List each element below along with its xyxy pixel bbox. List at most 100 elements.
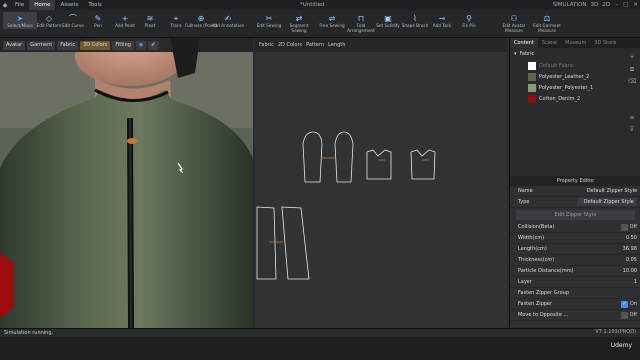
thickness-field[interactable]: 0.05 bbox=[626, 257, 637, 263]
tool-segment-sewing[interactable]: ⇄ Segment Sewing bbox=[282, 12, 316, 33]
tab-3d-colors[interactable]: 3D Colors bbox=[80, 40, 111, 50]
property-name-value[interactable]: Default Zipper Style bbox=[587, 188, 637, 194]
pattern-piece-sleeve-1[interactable] bbox=[302, 131, 323, 183]
fabric-item-default[interactable]: Default Fabric bbox=[510, 60, 640, 71]
workspace-switcher: SIMULATION 3D 2D bbox=[553, 2, 610, 8]
tool-edit-sewing[interactable]: ✂ Edit Sewing bbox=[252, 12, 286, 29]
simulation-icon[interactable]: ◉ bbox=[135, 40, 147, 50]
width-row: Width(cm) 0.50 bbox=[510, 233, 640, 244]
pattern-piece-pant-1[interactable] bbox=[256, 206, 277, 280]
fabric-item-denim[interactable]: Cotton_Denim_2 bbox=[510, 93, 640, 104]
layer-row: Layer 1 bbox=[510, 277, 640, 288]
fasten-zipper-checkbox[interactable]: ✓ bbox=[620, 300, 628, 308]
arrow-select-icon: ➤ bbox=[16, 14, 24, 23]
brush-tool-icon[interactable]: ✐ bbox=[148, 40, 159, 50]
minimize-icon[interactable]: – bbox=[615, 2, 618, 8]
edit-pattern-icon: ◇ bbox=[45, 14, 53, 23]
pattern-canvas[interactable] bbox=[255, 52, 507, 328]
add-icon[interactable]: + bbox=[628, 54, 636, 62]
menu-file[interactable]: File bbox=[10, 0, 29, 10]
3d-viewport[interactable]: Avatar Garment Fabric 3D Colors Fitting … bbox=[0, 38, 253, 328]
tab-3d-store[interactable]: 3D Store bbox=[590, 38, 620, 48]
tab-museum[interactable]: Museum bbox=[561, 38, 590, 48]
filter-icon[interactable]: ⊽ bbox=[628, 126, 636, 134]
pattern-piece-back[interactable] bbox=[410, 149, 436, 180]
close-icon[interactable]: ✕ bbox=[633, 2, 638, 8]
3d-scene bbox=[0, 38, 253, 328]
type-dropdown[interactable]: Default Zipper Style bbox=[577, 198, 637, 206]
trace-icon: ⌖ bbox=[173, 14, 179, 23]
chevron-down-icon: ▾ bbox=[514, 51, 517, 57]
move-opposite-toggle[interactable] bbox=[620, 311, 628, 319]
pattern-piece-sleeve-2[interactable] bbox=[334, 131, 354, 183]
property-name-row: Name Default Zipper Style bbox=[510, 186, 640, 197]
delete-icon[interactable]: ⌫ bbox=[628, 78, 636, 86]
tool-edit-avatar-measure[interactable]: ⚇ Edit Avatar Measure bbox=[497, 12, 531, 33]
collision-row: Collision(Beta) Off bbox=[510, 222, 640, 233]
fabric-swatch bbox=[528, 94, 536, 103]
fasten-group-header[interactable]: Fasten Zipper Group bbox=[510, 288, 640, 299]
tool-add-annotation[interactable]: ✍ Add Annotation bbox=[211, 12, 245, 29]
garment-measure-icon: ⚖ bbox=[543, 14, 551, 23]
particle-distance-field[interactable]: 10.00 bbox=[623, 268, 637, 274]
version-label: V7.1.103(PROD) bbox=[595, 329, 636, 335]
annotation-icon: ✍ bbox=[224, 14, 232, 23]
width-field[interactable]: 0.50 bbox=[626, 235, 637, 241]
sort-icon[interactable]: ≡ bbox=[628, 114, 636, 122]
pattern-piece-front[interactable] bbox=[366, 149, 392, 180]
jacket-body bbox=[0, 90, 253, 328]
workspace-3d[interactable]: 3D bbox=[591, 2, 599, 8]
maximize-icon[interactable]: □ bbox=[623, 2, 628, 8]
pleat-icon: ≋ bbox=[146, 14, 154, 23]
zipper-pull[interactable] bbox=[127, 138, 137, 144]
tab-scene[interactable]: Scene bbox=[538, 38, 561, 48]
3d-view-toolbar: Avatar Garment Fabric 3D Colors Fitting … bbox=[0, 38, 253, 52]
udemy-watermark: Udemy bbox=[610, 342, 632, 349]
solidify-icon: ▣ bbox=[384, 14, 392, 23]
length-field[interactable]: 36.98 bbox=[623, 246, 637, 252]
tab-fabric-2d[interactable]: Fabric bbox=[259, 42, 274, 48]
window-controls: – □ ✕ bbox=[615, 2, 638, 8]
collision-toggle[interactable] bbox=[620, 223, 628, 231]
fabric-section-header[interactable]: ▾ Fabric bbox=[510, 48, 640, 60]
tab-pattern[interactable]: Pattern bbox=[306, 42, 324, 48]
avatar-sleeve-red bbox=[0, 253, 14, 318]
fasten-zipper-row: Fasten Zipper ✓ On bbox=[510, 299, 640, 310]
property-type-row: Type Default Zipper Style bbox=[510, 197, 640, 208]
tab-fitting[interactable]: Fitting bbox=[112, 40, 134, 50]
tab-garment[interactable]: Garment bbox=[27, 40, 56, 50]
menu-assets[interactable]: Assets bbox=[55, 0, 83, 10]
segment-sewing-icon: ⇄ bbox=[295, 14, 303, 23]
menu-tools[interactable]: Tools bbox=[83, 0, 107, 10]
tab-2d-colors[interactable]: 2D Colors bbox=[278, 42, 302, 48]
property-editor-title: Property Editor bbox=[510, 176, 640, 186]
tool-fix-pin[interactable]: ⚲ Fix Pin bbox=[452, 12, 486, 29]
status-bar: Simulation running. V7.1.103(PROD) bbox=[0, 328, 640, 337]
fabric-item-polyester[interactable]: Polyester_Polyester_1 bbox=[510, 82, 640, 93]
window-title: *Untitled bbox=[300, 2, 325, 8]
copy-icon[interactable]: ⧉ bbox=[628, 66, 636, 74]
edit-sewing-icon: ✂ bbox=[265, 14, 273, 23]
layer-field[interactable]: 1 bbox=[634, 279, 637, 285]
tool-edit-garment-measure[interactable]: ⚖ Edit Garment Measure bbox=[530, 12, 564, 33]
pen-icon: ✎ bbox=[94, 14, 102, 23]
fold-icon: ⊓ bbox=[357, 14, 365, 23]
menu-bar: ◆ File Home Assets Tools *Untitled SIMUL… bbox=[0, 0, 640, 10]
workspace-2d[interactable]: 2D bbox=[602, 2, 610, 8]
menu-home[interactable]: Home bbox=[29, 0, 56, 10]
tab-length[interactable]: Length bbox=[328, 42, 345, 48]
fabric-swatch bbox=[528, 72, 536, 81]
fullness-icon: ⊕ bbox=[197, 14, 205, 23]
tab-avatar[interactable]: Avatar bbox=[3, 40, 26, 50]
workspace-simulation[interactable]: SIMULATION bbox=[553, 2, 587, 8]
tab-fabric-3d[interactable]: Fabric bbox=[57, 40, 79, 50]
zipper-teeth bbox=[129, 117, 132, 328]
pattern-piece-pant-2[interactable] bbox=[281, 206, 310, 280]
edit-zipper-style-button[interactable]: Edit Zipper Style bbox=[516, 210, 635, 220]
tab-content[interactable]: Content bbox=[510, 38, 538, 48]
brush-icon: ⌇ bbox=[413, 14, 417, 23]
2d-pattern-window[interactable]: Fabric 2D Colors Pattern Length bbox=[255, 38, 507, 328]
library-panel: Content Scene Museum 3D Store ▾ Fabric D… bbox=[509, 38, 640, 328]
fabric-item-leather[interactable]: Polyester_Leather_2 bbox=[510, 71, 640, 82]
main-toolbar: ➤ Select/Move ◇ Edit Pattern ⌒ Edit Curve ✎… bbox=[0, 10, 640, 38]
